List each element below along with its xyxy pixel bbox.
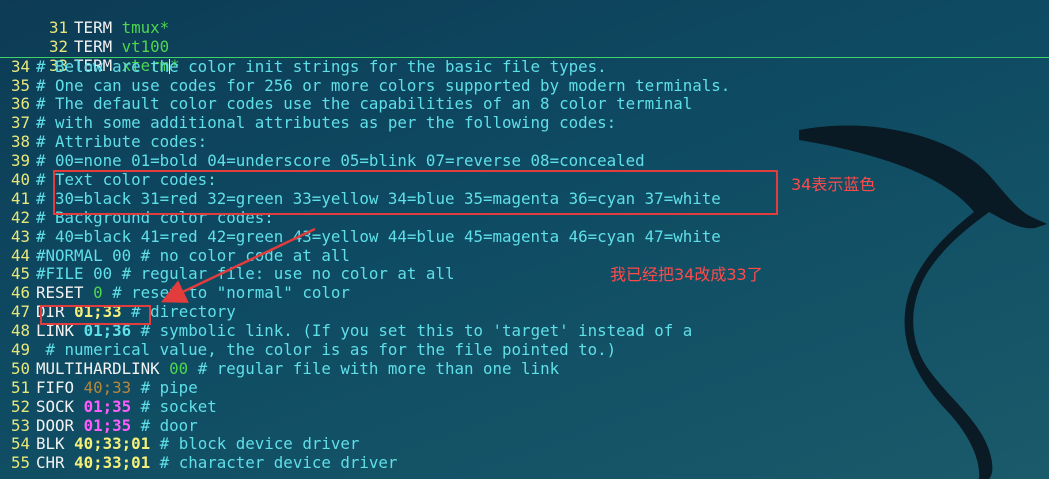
annotation-arrow [160,227,316,303]
